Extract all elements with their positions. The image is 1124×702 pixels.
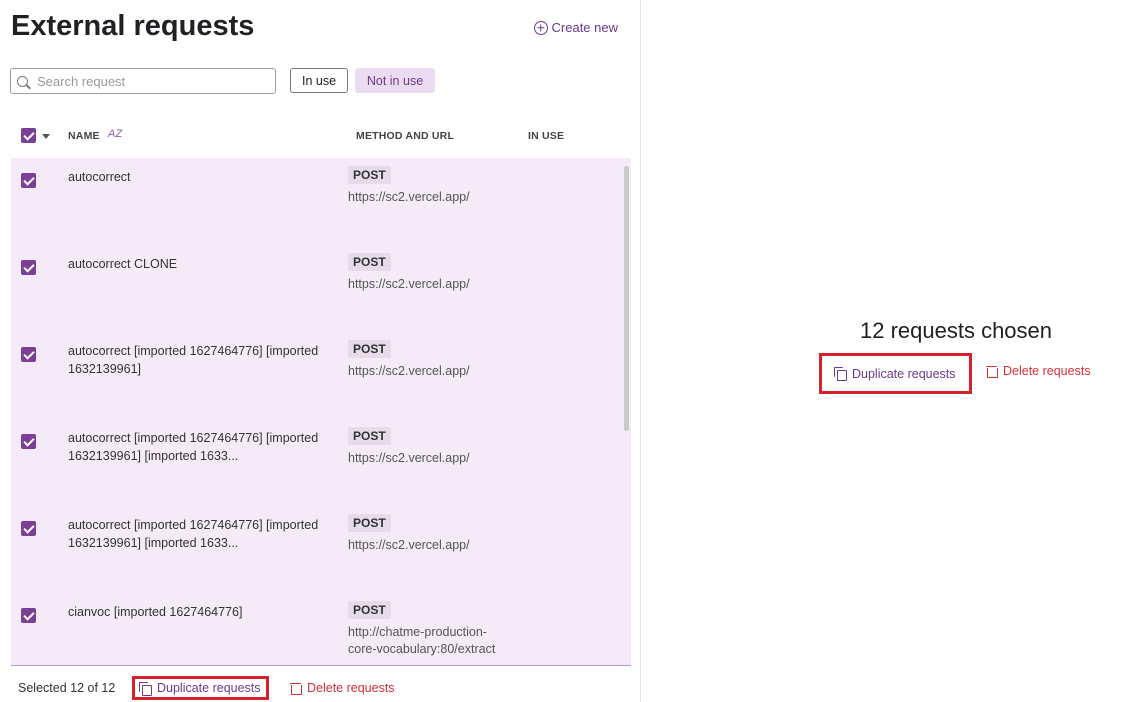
table-row[interactable]: cianvoc [imported 1627464776] POST http:…: [11, 593, 621, 665]
search-field[interactable]: [10, 68, 276, 94]
request-name: autocorrect [imported 1627464776] [impor…: [68, 431, 319, 463]
duplicate-requests-button[interactable]: Duplicate requests: [132, 676, 269, 700]
list-scrollbar[interactable]: [624, 166, 629, 431]
trash-icon: [290, 682, 302, 695]
column-header-method-url: METHOD AND URL: [356, 130, 455, 142]
method-badge: POST: [348, 601, 391, 619]
copy-icon: [834, 367, 847, 381]
request-url: https://sc2.vercel.app/: [348, 277, 470, 291]
delete-label: Delete requests: [307, 681, 395, 695]
request-url: http://chatme-production-core-vocabulary…: [348, 625, 496, 656]
request-url: https://sc2.vercel.app/: [348, 451, 470, 465]
search-icon: [17, 75, 28, 87]
selected-count: Selected 12 of 12: [18, 681, 116, 695]
row-checkbox[interactable]: [21, 347, 36, 362]
table-header: NAME AZ METHOD AND URL IN USE: [0, 128, 641, 146]
duplicate-label: Duplicate requests: [157, 681, 261, 695]
method-badge: POST: [348, 166, 391, 184]
selection-footer: Selected 12 of 12 Duplicate requests Del…: [0, 668, 641, 702]
request-name: cianvoc [imported 1627464776]: [68, 605, 243, 619]
sort-az-icon[interactable]: AZ: [108, 128, 122, 140]
request-url: https://sc2.vercel.app/: [348, 538, 470, 552]
requests-table-body: autocorrect POST https://sc2.vercel.app/…: [11, 158, 631, 666]
request-name: autocorrect [imported 1627464776] [impor…: [68, 344, 319, 376]
row-checkbox[interactable]: [21, 434, 36, 449]
page-title: External requests: [11, 10, 255, 42]
row-checkbox[interactable]: [21, 173, 36, 188]
request-url: https://sc2.vercel.app/: [348, 364, 470, 378]
method-badge: POST: [348, 514, 391, 532]
table-row[interactable]: autocorrect POST https://sc2.vercel.app/: [11, 158, 621, 245]
method-badge: POST: [348, 253, 391, 271]
method-badge: POST: [348, 427, 391, 445]
panel-duplicate-requests-button[interactable]: Duplicate requests: [819, 353, 972, 394]
column-header-in-use: IN USE: [528, 130, 565, 142]
plus-circle-icon: [533, 20, 548, 35]
filter-in-use-button[interactable]: In use: [290, 68, 348, 93]
row-checkbox[interactable]: [21, 260, 36, 275]
request-name: autocorrect [imported 1627464776] [impor…: [68, 518, 319, 550]
table-row[interactable]: autocorrect [imported 1627464776] [impor…: [11, 506, 621, 593]
request-name: autocorrect CLONE: [68, 257, 178, 271]
trash-icon: [986, 365, 998, 378]
table-row[interactable]: autocorrect [imported 1627464776] [impor…: [11, 419, 621, 506]
select-all-checkbox[interactable]: [21, 128, 36, 143]
column-header-name[interactable]: NAME: [68, 130, 100, 142]
delete-requests-button[interactable]: Delete requests: [290, 681, 395, 695]
create-new-label: Create new: [551, 20, 618, 35]
row-checkbox[interactable]: [21, 521, 36, 536]
chosen-count: 12 requests chosen: [860, 318, 1053, 343]
requests-list-panel: External requests Create new In use Not …: [0, 0, 641, 702]
search-input[interactable]: [37, 73, 257, 89]
create-new-button[interactable]: Create new: [533, 20, 618, 35]
panel-delete-label: Delete requests: [1003, 364, 1091, 378]
panel-duplicate-label: Duplicate requests: [852, 366, 956, 381]
method-badge: POST: [348, 340, 391, 358]
table-row[interactable]: autocorrect CLONE POST https://sc2.verce…: [11, 245, 621, 332]
row-checkbox[interactable]: [21, 608, 36, 623]
request-url: https://sc2.vercel.app/: [348, 190, 470, 204]
request-name: autocorrect: [68, 170, 131, 184]
table-row[interactable]: autocorrect [imported 1627464776] [impor…: [11, 332, 621, 419]
filter-not-in-use-button[interactable]: Not in use: [355, 68, 435, 93]
chevron-down-icon[interactable]: [42, 134, 50, 139]
panel-delete-requests-button[interactable]: Delete requests: [986, 364, 1091, 378]
copy-icon: [139, 681, 152, 696]
